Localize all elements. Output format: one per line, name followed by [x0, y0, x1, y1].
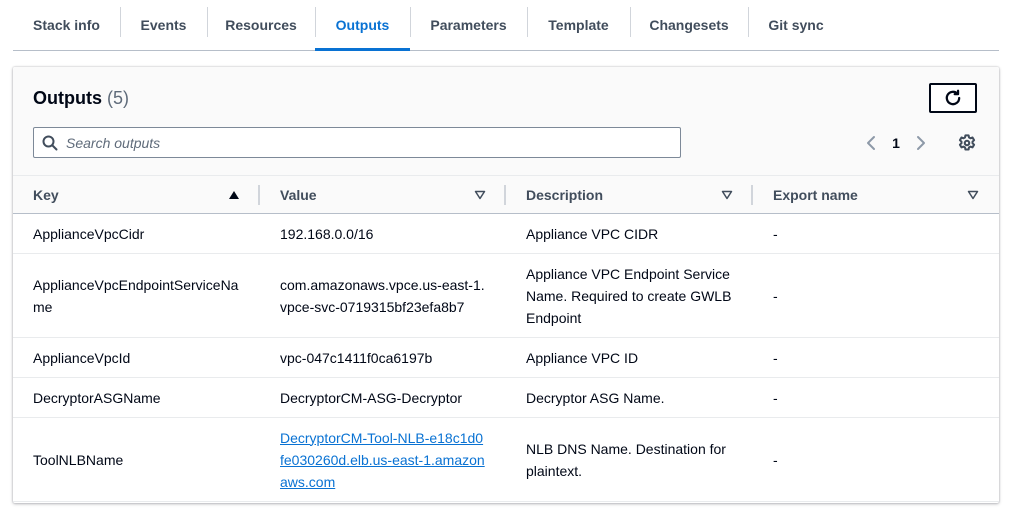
column-header-value[interactable]: Value: [260, 175, 506, 214]
tab-label: Changesets: [649, 17, 729, 33]
cell-export-name: -: [753, 253, 999, 338]
table-header-row: Key Value Description Export name: [13, 175, 999, 214]
table-row: DecryptorASGName DecryptorCM-ASG-Decrypt…: [13, 377, 999, 418]
tab-outputs[interactable]: Outputs: [315, 0, 410, 51]
cell-description: NLB DNS Name. Destination for plaintext.: [506, 417, 753, 502]
page-title: Outputs (5): [33, 88, 129, 109]
tab-changesets[interactable]: Changesets: [630, 0, 748, 50]
cell-value: DecryptorCM-Tool-NLB-e18c1d0fe030260d.el…: [260, 417, 506, 502]
pagination: 1: [861, 129, 931, 157]
tab-events[interactable]: Events: [120, 0, 207, 50]
cell-description: Appliance VPC ID: [506, 337, 753, 378]
tab-template[interactable]: Template: [527, 0, 630, 50]
preferences-button[interactable]: [955, 131, 979, 155]
cell-key: DecryptorASGName: [13, 377, 260, 418]
table-row: ApplianceVpcEndpointServiceName com.amaz…: [13, 253, 999, 338]
search-icon: [34, 128, 66, 157]
column-header-key[interactable]: Key: [13, 175, 260, 214]
chevron-left-icon: [867, 136, 875, 150]
cell-description: Appliance VPC CIDR: [506, 213, 753, 254]
page-number-button[interactable]: 1: [881, 135, 911, 151]
tab-label: Parameters: [430, 17, 507, 33]
panel-header: Outputs (5) 1: [13, 67, 999, 175]
cell-value: DecryptorCM-ASG-Decryptor: [260, 377, 506, 418]
cell-value: 192.168.0.0/16: [260, 213, 506, 254]
tab-label: Events: [140, 17, 187, 33]
search-input[interactable]: [66, 134, 680, 151]
previous-page-button[interactable]: [861, 129, 881, 157]
tab-label: Template: [548, 17, 609, 33]
tab-label: Stack info: [33, 17, 100, 33]
title-text: Outputs: [33, 88, 102, 108]
cell-key: ToolNLBName: [13, 417, 260, 502]
output-count: (5): [107, 88, 130, 108]
sort-ascending-icon[interactable]: [228, 190, 240, 200]
cell-value: com.amazonaws.vpce.us-east-1.vpce-svc-07…: [260, 253, 506, 338]
gear-icon: [958, 134, 976, 151]
value-link[interactable]: DecryptorCM-Tool-NLB-e18c1d0fe030260d.el…: [280, 430, 485, 490]
tab-label: Git sync: [768, 17, 824, 33]
sort-icon[interactable]: [967, 190, 979, 200]
column-header-description[interactable]: Description: [506, 175, 753, 214]
search-field[interactable]: [33, 127, 681, 158]
table-row: ApplianceVpcId vpc-047c1411f0ca6197b App…: [13, 337, 999, 378]
chevron-right-icon: [917, 136, 925, 150]
table-row: ToolNLBName DecryptorCM-Tool-NLB-e18c1d0…: [13, 417, 999, 502]
cell-key: ApplianceVpcId: [13, 337, 260, 378]
tab-git-sync[interactable]: Git sync: [748, 0, 844, 50]
table-row: ApplianceVpcCidr 192.168.0.0/16 Applianc…: [13, 213, 999, 254]
cell-export-name: -: [753, 213, 999, 254]
column-label: Key: [33, 186, 59, 203]
outputs-table: Key Value Description Export name Applia…: [13, 175, 999, 502]
next-page-button[interactable]: [911, 129, 931, 157]
sort-icon[interactable]: [474, 190, 486, 200]
cell-export-name: -: [753, 337, 999, 378]
tab-bar: Stack info Events Resources Outputs Para…: [13, 0, 999, 51]
cell-value: vpc-047c1411f0ca6197b: [260, 337, 506, 378]
tab-label: Outputs: [335, 17, 390, 33]
cell-key: ApplianceVpcCidr: [13, 213, 260, 254]
cell-key: ApplianceVpcEndpointServiceName: [13, 253, 260, 338]
sort-icon[interactable]: [721, 190, 733, 200]
cell-export-name: -: [753, 417, 999, 502]
column-label: Description: [526, 186, 604, 203]
column-label: Value: [280, 186, 317, 203]
outputs-panel: Outputs (5) 1: [13, 67, 999, 503]
cell-description: Decryptor ASG Name.: [506, 377, 753, 418]
cell-description: Appliance VPC Endpoint Service Name. Req…: [506, 253, 753, 338]
refresh-button[interactable]: [929, 83, 977, 113]
cell-export-name: -: [753, 377, 999, 418]
tab-parameters[interactable]: Parameters: [410, 0, 527, 50]
tab-label: Resources: [225, 17, 297, 33]
column-label: Export name: [773, 186, 858, 203]
tab-stack-info[interactable]: Stack info: [13, 0, 120, 50]
tab-resources[interactable]: Resources: [207, 0, 315, 50]
refresh-icon: [945, 89, 961, 106]
column-header-export-name[interactable]: Export name: [753, 175, 999, 214]
